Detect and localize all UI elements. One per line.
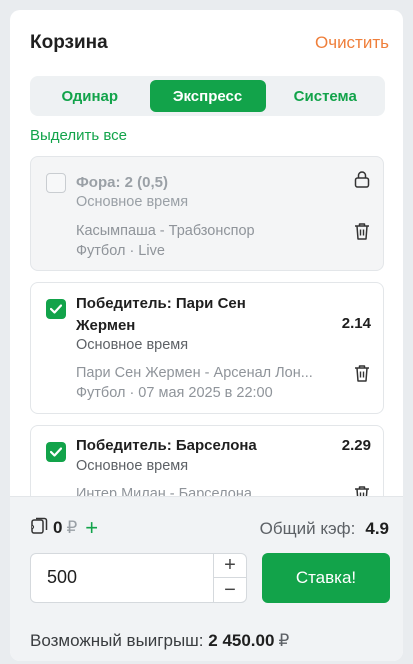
stake-field: + − bbox=[30, 553, 247, 603]
bet-sport-info: Футбол · 07 мая 2025 в 22:00 bbox=[76, 385, 273, 401]
balance-currency: ₽ bbox=[66, 518, 78, 537]
bet-sport-info: Футбол · Live bbox=[76, 243, 165, 259]
increment-button[interactable]: + bbox=[214, 554, 246, 578]
clear-button[interactable]: Очистить bbox=[315, 33, 389, 53]
bet-checkbox[interactable] bbox=[46, 299, 66, 319]
trash-icon[interactable] bbox=[353, 363, 371, 383]
lock-icon bbox=[353, 169, 371, 189]
select-all-link[interactable]: Выделить все bbox=[30, 127, 127, 144]
bet-market: Победитель: Барселона bbox=[76, 437, 257, 454]
bet-match: Интер Милан - Барселона bbox=[76, 486, 252, 496]
decrement-button[interactable]: − bbox=[214, 578, 246, 602]
total-coef: Общий кэф: 4.9 bbox=[260, 519, 389, 539]
trash-icon[interactable] bbox=[353, 484, 371, 496]
stake-input[interactable] bbox=[45, 566, 199, 589]
tab-single[interactable]: Одинар bbox=[34, 80, 146, 112]
betslip-header: Корзина Очистить bbox=[30, 30, 389, 56]
bet-card: Победитель: Барселона 2.29 Основное врем… bbox=[30, 425, 384, 496]
bet-period: Основное время bbox=[76, 337, 189, 353]
trash-icon[interactable] bbox=[353, 221, 371, 241]
possible-win-value: 2 450.00 bbox=[208, 631, 275, 650]
bet-market-line1: Победитель: Пари Сен bbox=[76, 295, 246, 312]
bet-type-tabs: Одинар Экспресс Система bbox=[30, 76, 385, 116]
balance: 0 ₽ + bbox=[30, 517, 98, 539]
bet-period: Основное время bbox=[76, 194, 189, 210]
bet-market: Фора: 2 (0,5) bbox=[76, 174, 168, 191]
bet-checkbox[interactable] bbox=[46, 173, 66, 193]
bet-market-line2: Жермен bbox=[76, 317, 136, 334]
bet-checkbox[interactable] bbox=[46, 442, 66, 462]
total-coef-label: Общий кэф: bbox=[259, 519, 356, 538]
total-coef-value: 4.9 bbox=[365, 519, 389, 538]
checkmark-icon bbox=[50, 304, 62, 314]
place-bet-button[interactable]: Ставка! bbox=[262, 553, 390, 603]
bet-odds[interactable]: 2.14 bbox=[342, 315, 371, 332]
checkmark-icon bbox=[50, 447, 62, 457]
balance-value: 0 bbox=[53, 518, 63, 537]
possible-win-currency: ₽ bbox=[278, 631, 290, 650]
bet-match: Касымпаша - Трабзонспор bbox=[76, 223, 255, 239]
tab-system[interactable]: Система bbox=[270, 80, 382, 112]
possible-win-label: Возможный выигрыш: bbox=[30, 631, 204, 650]
add-bonus-button[interactable]: + bbox=[85, 517, 98, 539]
bet-card: Фора: 2 (0,5) Основное время Касымпаша -… bbox=[30, 156, 384, 271]
bet-market: Победитель: Пари Сен Жермен bbox=[76, 293, 246, 337]
page-title: Корзина bbox=[30, 32, 108, 53]
possible-win: Возможный выигрыш: 2 450.00 ₽ bbox=[30, 631, 289, 651]
bet-card: Победитель: Пари Сен Жермен 2.14 Основно… bbox=[30, 282, 384, 414]
betslip-footer: 0 ₽ + Общий кэф: 4.9 + − Ставка! Возможны… bbox=[10, 496, 403, 661]
bets-list: Фора: 2 (0,5) Основное время Касымпаша -… bbox=[30, 156, 385, 496]
bet-period: Основное время bbox=[76, 458, 189, 474]
bet-odds[interactable]: 2.29 bbox=[342, 437, 371, 454]
bet-match: Пари Сен Жермен - Арсенал Лон... bbox=[76, 365, 313, 381]
betslip-panel: Корзина Очистить Одинар Экспресс Система… bbox=[10, 10, 403, 661]
coupon-icon bbox=[30, 517, 48, 540]
stake-stepper: + − bbox=[213, 554, 246, 602]
tab-express[interactable]: Экспресс bbox=[149, 80, 266, 112]
